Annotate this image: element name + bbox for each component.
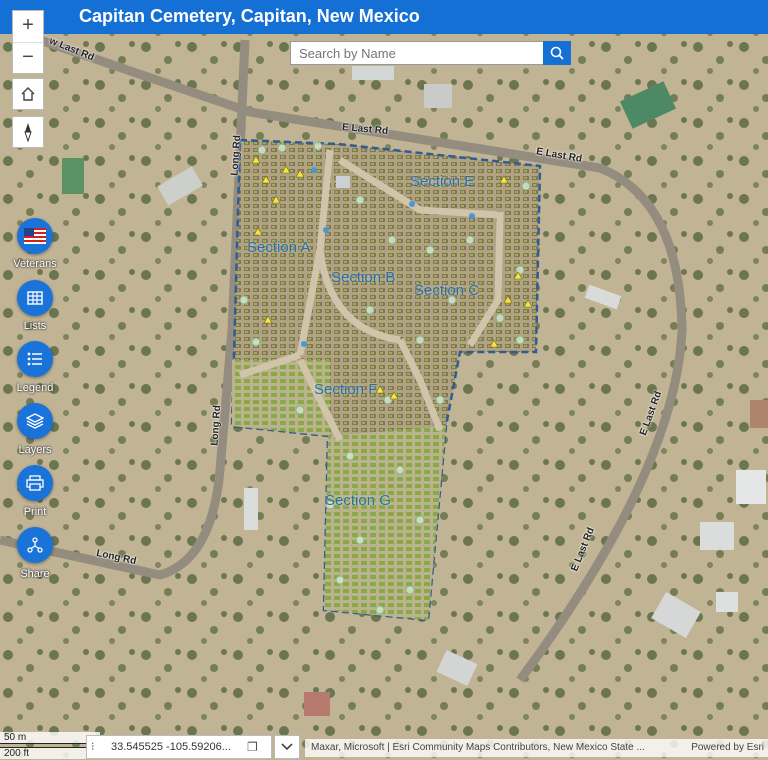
section-g-label[interactable]: Section G: [325, 492, 391, 509]
search-button[interactable]: [543, 41, 571, 65]
section-e-label[interactable]: Section E: [410, 173, 474, 190]
veterans-button[interactable]: [17, 218, 53, 254]
share-icon: [27, 537, 43, 553]
powered-by-esri[interactable]: Powered by Esri: [691, 739, 764, 757]
lists-label: Lists: [23, 320, 47, 332]
copy-button[interactable]: ❐: [247, 736, 258, 758]
coordinate-value: 33.545525 -105.59206...: [111, 741, 231, 753]
compass-icon: [24, 123, 32, 142]
crosshair-icon: ⁝: [91, 741, 95, 753]
app-header: Capitan Cemetery, Capitan, New Mexico: [0, 0, 768, 34]
search-input[interactable]: [297, 42, 541, 64]
section-f-label[interactable]: Section F: [314, 381, 377, 398]
section-c-label[interactable]: Section C: [414, 282, 479, 299]
home-icon: [21, 87, 35, 101]
coordinate-display: ⁝ 33.545525 -105.59206... ❐: [86, 735, 272, 759]
search-icon: [550, 46, 564, 60]
chevron-down-icon: [281, 743, 293, 751]
share-button[interactable]: [17, 527, 53, 563]
zoom-out-button[interactable]: −: [13, 42, 43, 74]
legend-button[interactable]: [17, 341, 53, 377]
veterans-label: Veterans: [13, 258, 57, 270]
print-button[interactable]: [17, 465, 53, 501]
share-label: Share: [20, 568, 50, 580]
layers-label: Layers: [18, 444, 52, 456]
home-button[interactable]: [12, 78, 44, 110]
app-title: Capitan Cemetery, Capitan, New Mexico: [79, 6, 420, 26]
compass-button[interactable]: [12, 116, 44, 148]
print-label: Print: [23, 506, 47, 518]
us-flag-icon: [24, 228, 46, 244]
attribution-text: Maxar, Microsoft | Esri Community Maps C…: [311, 742, 645, 753]
scale-bar-metric: 50 m: [0, 732, 100, 744]
section-b-label[interactable]: Section B: [331, 269, 395, 286]
search-field-wrapper: [290, 41, 545, 65]
section-a-label[interactable]: Section A: [247, 239, 310, 256]
zoom-control: + −: [12, 10, 44, 74]
table-icon: [27, 291, 43, 305]
legend-list-icon: [27, 352, 42, 366]
lists-button[interactable]: [17, 280, 53, 316]
layers-icon: [26, 413, 44, 429]
legend-label: Legend: [16, 382, 54, 394]
layers-button[interactable]: [17, 403, 53, 439]
zoom-in-button[interactable]: +: [13, 11, 43, 42]
coordinate-dropdown-button[interactable]: [274, 735, 300, 759]
attribution-bar[interactable]: Maxar, Microsoft | Esri Community Maps C…: [305, 739, 768, 757]
printer-icon: [26, 475, 44, 491]
aerial-map[interactable]: [0, 0, 768, 760]
